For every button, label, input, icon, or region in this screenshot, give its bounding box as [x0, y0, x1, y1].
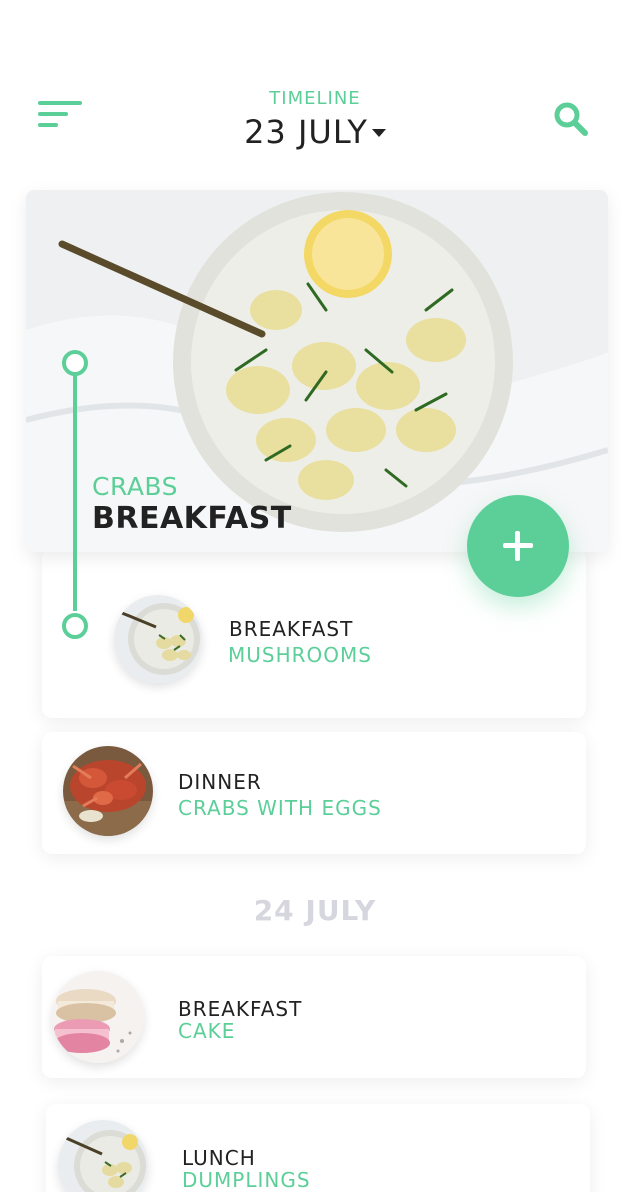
- caret-down-icon: [371, 129, 386, 137]
- meal-name: CRABS WITH EGGS: [178, 796, 382, 820]
- meal-name: CAKE: [178, 1019, 236, 1043]
- meal-card-dinner-crabs[interactable]: DINNER CRABS WITH EGGS: [42, 732, 586, 854]
- timeline-screen: TIMELINE 23 JULY BREAKFAST MUSHROOMS CRA…: [0, 0, 630, 1192]
- header: TIMELINE 23 JULY: [0, 88, 630, 152]
- date-title: 23 JULY: [244, 113, 368, 151]
- day-heading: 24 JULY: [253, 894, 377, 927]
- dumplings-thumbnail: [58, 1120, 148, 1192]
- meal-card-lunch-dumplings[interactable]: LUNCH DUMPLINGS: [46, 1104, 590, 1192]
- header-subtitle: TIMELINE: [269, 88, 361, 109]
- meal-type: LUNCH: [182, 1146, 256, 1170]
- featured-meal-text: CRABS BREAKFAST: [92, 473, 292, 537]
- timeline-dot-end: [62, 613, 88, 639]
- crabs-thumbnail: [63, 746, 153, 836]
- dumplings-thumbnail: [114, 595, 202, 683]
- featured-meal-subtitle: CRABS: [92, 472, 178, 501]
- add-meal-button[interactable]: [467, 495, 569, 597]
- meal-name: DUMPLINGS: [182, 1168, 311, 1192]
- date-selector[interactable]: 23 JULY: [244, 112, 386, 152]
- meal-name: MUSHROOMS: [228, 643, 372, 667]
- meal-type: DINNER: [178, 770, 262, 794]
- timeline-line: [73, 375, 77, 611]
- meal-type: BREAKFAST: [178, 997, 303, 1021]
- timeline-dot-start: [62, 350, 88, 376]
- featured-meal-title: BREAKFAST: [92, 501, 292, 536]
- cake-thumbnail: [52, 971, 144, 1063]
- meal-type: BREAKFAST: [229, 617, 354, 641]
- meal-card-breakfast-cake[interactable]: BREAKFAST CAKE: [42, 956, 586, 1078]
- search-icon[interactable]: [552, 100, 590, 138]
